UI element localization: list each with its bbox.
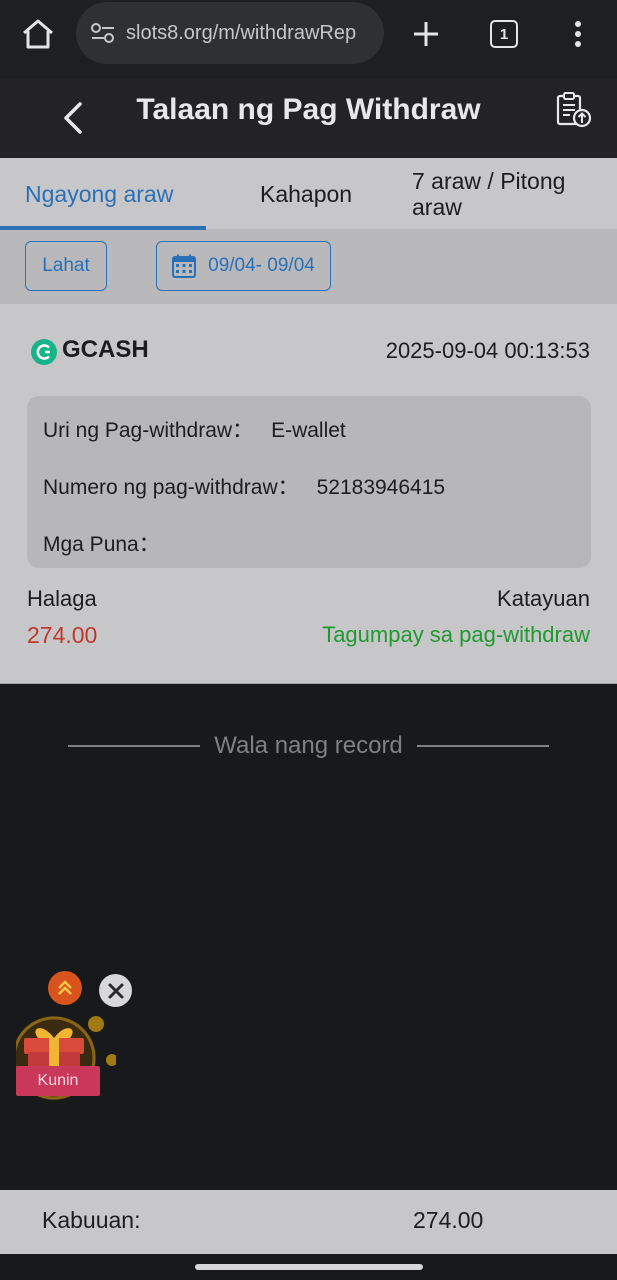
url-text: slots8.org/m/withdrawRep [126,21,357,44]
claim-button[interactable]: Kunin [16,1066,100,1096]
withdraw-type-row: Uri ng Pag-withdraw： E-wallet [43,414,346,444]
site-settings-icon[interactable] [90,22,116,44]
total-label: Kabuuan: [42,1207,141,1233]
withdraw-number-value: 52183946415 [316,476,446,499]
total-value: 274.00 [413,1207,484,1233]
tab-yesterday[interactable]: Kahapon [260,158,380,230]
gift-reward-widget[interactable]: Kunin [12,1012,118,1104]
record-details: Uri ng Pag-withdraw： E-wallet Numero ng p… [27,396,591,568]
address-bar[interactable]: slots8.org/m/withdrawRep [76,2,384,64]
screen: slots8.org/m/withdrawRep 1 Talaan ng Pag… [0,0,617,1280]
withdraw-type-label: Uri ng Pag-withdraw： [43,419,254,442]
page-title: Talaan ng Pag Withdraw [136,93,481,126]
new-tab-icon[interactable] [408,16,444,52]
total-bar: Kabuuan: 274.00 [0,1190,617,1254]
date-range-button[interactable]: 09/04- 09/04 [156,241,331,291]
amount-value: 274.00 [27,622,98,648]
withdraw-type-value: E-wallet [271,419,346,442]
app-header: Talaan ng Pag Withdraw [0,78,617,158]
remarks-row: Mga Puna： [43,528,178,558]
no-more-records: Wala nang record [68,726,550,766]
double-chevron-up-icon[interactable] [48,971,82,1005]
amount-label: Halaga [27,586,97,611]
close-icon[interactable] [99,974,132,1007]
tab-seven-days[interactable]: 7 araw / Pitong araw [412,158,602,230]
withdraw-number-label: Numero ng pag-withdraw： [43,476,299,499]
filter-bar: Lahat 09/04- 09/04 [0,230,617,304]
tab-today[interactable]: Ngayong araw [25,158,205,230]
no-more-records-text: Wala nang record [214,732,403,759]
payment-method-name: GCASH [62,336,149,363]
divider-left [68,745,201,747]
calendar-icon [172,254,197,278]
more-vert-icon[interactable] [566,16,590,52]
tab-switcher-button[interactable]: 1 [490,20,518,48]
withdraw-record-card[interactable]: GCASH 2025-09-04 00:13:53 Uri ng Pag-wit… [0,304,617,684]
remarks-label: Mga Puna： [43,533,160,556]
divider-right [416,745,550,747]
all-filter-button[interactable]: Lahat [25,241,107,291]
gesture-nav-handle[interactable] [195,1264,423,1270]
clipboard-upload-icon[interactable] [552,90,596,130]
gcash-logo-icon [30,338,58,366]
period-tabs: Ngayong araw Kahapon 7 araw / Pitong ara… [0,158,617,230]
date-range-text: 09/04- 09/04 [208,255,315,276]
home-icon[interactable] [18,16,58,52]
withdraw-number-row: Numero ng pag-withdraw： 52183946415 [43,471,445,501]
browser-toolbar: slots8.org/m/withdrawRep 1 [0,0,617,78]
status-value: Tagumpay sa pag-withdraw [322,622,590,647]
record-datetime: 2025-09-04 00:13:53 [385,338,590,363]
status-label: Katayuan [497,586,590,611]
